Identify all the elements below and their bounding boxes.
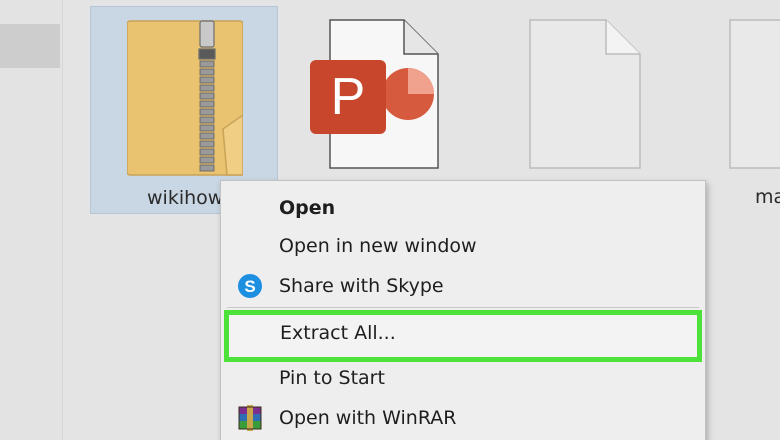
file-name: ma — [755, 186, 780, 208]
powerpoint-icon-letter: P — [331, 68, 366, 126]
menu-item-label: Open in new window — [279, 235, 477, 257]
blank-file-icon — [528, 18, 642, 174]
menu-item-label: Pin to Start — [279, 367, 385, 389]
navigation-pane — [0, 0, 62, 440]
pane-divider[interactable] — [62, 0, 63, 440]
menu-item-open[interactable]: Open — [221, 189, 705, 227]
zip-folder-icon — [126, 19, 244, 181]
file-name: wikihow — [147, 187, 224, 209]
menu-item-label: Open with WinRAR — [279, 407, 457, 429]
menu-item-pin-to-start[interactable]: Pin to Start — [221, 359, 705, 397]
menu-separator — [227, 307, 699, 308]
menu-item-open-in-new-window[interactable]: Open in new window — [221, 227, 705, 265]
menu-item-label: Extract All... — [280, 322, 396, 344]
menu-item-extract-all[interactable]: Extract All... — [224, 310, 702, 362]
powerpoint-file-icon: P — [308, 18, 440, 174]
winrar-icon — [237, 405, 263, 431]
menu-item-share-with-skype[interactable]: S Share with Skype — [221, 267, 705, 305]
navigation-pane-selected-item[interactable] — [0, 24, 60, 68]
menu-item-label: Share with Skype — [279, 275, 444, 297]
blank-file-icon — [728, 18, 780, 174]
context-menu: Open Open in new window S Share with Sky… — [220, 180, 706, 440]
menu-item-label: Open — [279, 197, 336, 219]
skype-icon-letter: S — [244, 277, 255, 296]
skype-icon: S — [237, 273, 263, 299]
menu-item-open-with-winrar[interactable]: Open with WinRAR — [221, 399, 705, 437]
